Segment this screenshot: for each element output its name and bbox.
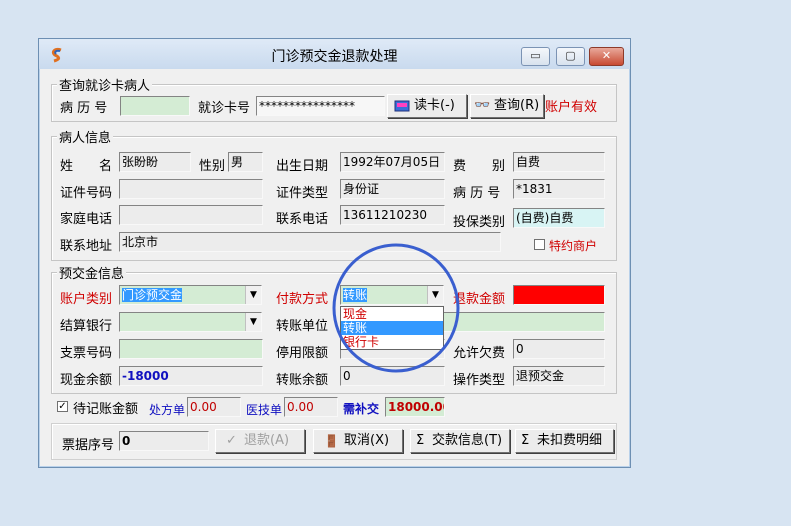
- chevron-down-icon[interactable]: ▼: [245, 313, 261, 331]
- read-card-label: 读卡(-): [414, 98, 455, 113]
- birth-label: 出生日期: [276, 159, 329, 174]
- prescription-field[interactable]: 0.00: [187, 397, 241, 417]
- refund-button-label: 退款(A): [244, 433, 290, 448]
- receipt-label: 票据序号: [62, 438, 115, 453]
- cancel-button[interactable]: 🚪 取消(X): [313, 429, 403, 453]
- account-type-label: 账户类别: [60, 292, 113, 307]
- cancel-button-label: 取消(X): [344, 433, 390, 448]
- close-button[interactable]: ✕: [589, 47, 624, 66]
- query-group-label: 查询就诊卡病人: [57, 75, 153, 94]
- allow-owe-field[interactable]: 0: [513, 339, 605, 359]
- sigma-icon: Σ: [416, 433, 425, 448]
- account-status: 账户有效: [545, 100, 598, 115]
- maximize-button[interactable]: ▢: [556, 47, 585, 66]
- payment-info-label: 交款信息(T): [432, 433, 503, 448]
- id-type-field[interactable]: 身份证: [340, 179, 445, 199]
- op-type-field[interactable]: 退预交金: [513, 366, 605, 386]
- deposit-group-label: 预交金信息: [57, 263, 127, 282]
- prescription-label: 处方单: [149, 403, 186, 417]
- pending-amount-label: 待记账金额: [73, 402, 139, 417]
- minimize-icon: ▭: [530, 49, 541, 62]
- bank-select[interactable]: ▼: [119, 312, 262, 332]
- chevron-down-icon[interactable]: ▼: [245, 286, 261, 304]
- account-type-value: 门诊预交金: [122, 288, 183, 302]
- home-phone-label: 家庭电话: [60, 212, 113, 227]
- medtech-field[interactable]: 0.00: [284, 397, 338, 417]
- bank-label: 结算银行: [60, 319, 113, 334]
- transfer-unit-label: 转账单位: [276, 319, 329, 334]
- transfer-balance-label: 转账余额: [276, 373, 329, 388]
- sigma-icon: Σ: [521, 433, 530, 448]
- minimize-button[interactable]: ▭: [521, 47, 550, 66]
- need-pay-label: 需补交: [343, 402, 380, 416]
- contact-phone-field[interactable]: 13611210230: [340, 205, 445, 225]
- medtech-label: 医技单: [246, 403, 283, 417]
- title-bar[interactable]: 门诊预交金退款处理 ▭ ▢ ✕: [39, 39, 630, 69]
- insurance-field[interactable]: (自费)自费: [513, 208, 605, 228]
- special-merchant-label: 特约商户: [549, 239, 598, 253]
- id-no-label: 证件号码: [60, 186, 113, 201]
- refund-amount-input[interactable]: [513, 285, 605, 305]
- unpaid-detail-button[interactable]: Σ 未扣费明细: [515, 429, 614, 453]
- check-no-input[interactable]: [119, 339, 263, 359]
- address-label: 联系地址: [60, 239, 113, 254]
- highlight-circle: [332, 243, 460, 373]
- gender-label: 性别: [199, 159, 226, 174]
- card-no-label: 就诊卡号: [198, 101, 251, 116]
- record-field[interactable]: *1831: [513, 179, 605, 199]
- contact-phone-label: 联系电话: [276, 212, 329, 227]
- card-reader-icon: [394, 100, 410, 112]
- record-no-input[interactable]: [120, 96, 190, 116]
- need-pay-field[interactable]: 18000.00: [385, 397, 445, 417]
- unpaid-detail-label: 未扣费明细: [537, 433, 603, 448]
- name-field[interactable]: 张盼盼: [119, 152, 191, 172]
- pending-amount-checkbox[interactable]: ✓: [57, 401, 68, 412]
- check-no-label: 支票号码: [60, 346, 113, 361]
- id-no-field[interactable]: [119, 179, 263, 199]
- home-phone-field[interactable]: [119, 205, 263, 225]
- payment-info-button[interactable]: Σ 交款信息(T): [410, 429, 510, 453]
- refund-button[interactable]: ✓ 退款(A): [215, 429, 305, 453]
- special-merchant-checkbox[interactable]: [534, 239, 545, 250]
- gender-field[interactable]: 男: [228, 152, 263, 172]
- stop-limit-label: 停用限额: [276, 346, 329, 361]
- insurance-label: 投保类别: [453, 215, 506, 230]
- patient-group-label: 病人信息: [57, 127, 114, 146]
- card-no-input[interactable]: ****************: [256, 96, 385, 116]
- binoculars-icon: 👓: [474, 98, 491, 113]
- query-button[interactable]: 👓 查询(R): [470, 94, 544, 118]
- checkmark-icon: ✓: [226, 433, 237, 448]
- maximize-icon: ▢: [565, 49, 576, 62]
- fee-type-field[interactable]: 自费: [513, 152, 605, 172]
- id-type-label: 证件类型: [276, 186, 329, 201]
- exit-door-icon: 🚪: [324, 434, 339, 448]
- record-label: 病 历 号: [453, 186, 501, 201]
- receipt-field[interactable]: 0: [119, 431, 209, 451]
- cash-balance-label: 现金余额: [60, 373, 113, 388]
- record-no-label: 病 历 号: [60, 101, 108, 116]
- birth-field[interactable]: 1992年07月05日: [340, 152, 445, 172]
- name-label: 姓 名: [60, 159, 113, 174]
- payment-label: 付款方式: [276, 292, 329, 307]
- close-icon: ✕: [601, 49, 612, 62]
- query-label: 查询(R): [494, 98, 540, 113]
- cash-balance-field[interactable]: -18000: [119, 366, 263, 386]
- account-type-select[interactable]: 门诊预交金 ▼: [119, 285, 262, 305]
- fee-type-label: 费 别: [453, 159, 506, 174]
- read-card-button[interactable]: 读卡(-): [387, 94, 467, 118]
